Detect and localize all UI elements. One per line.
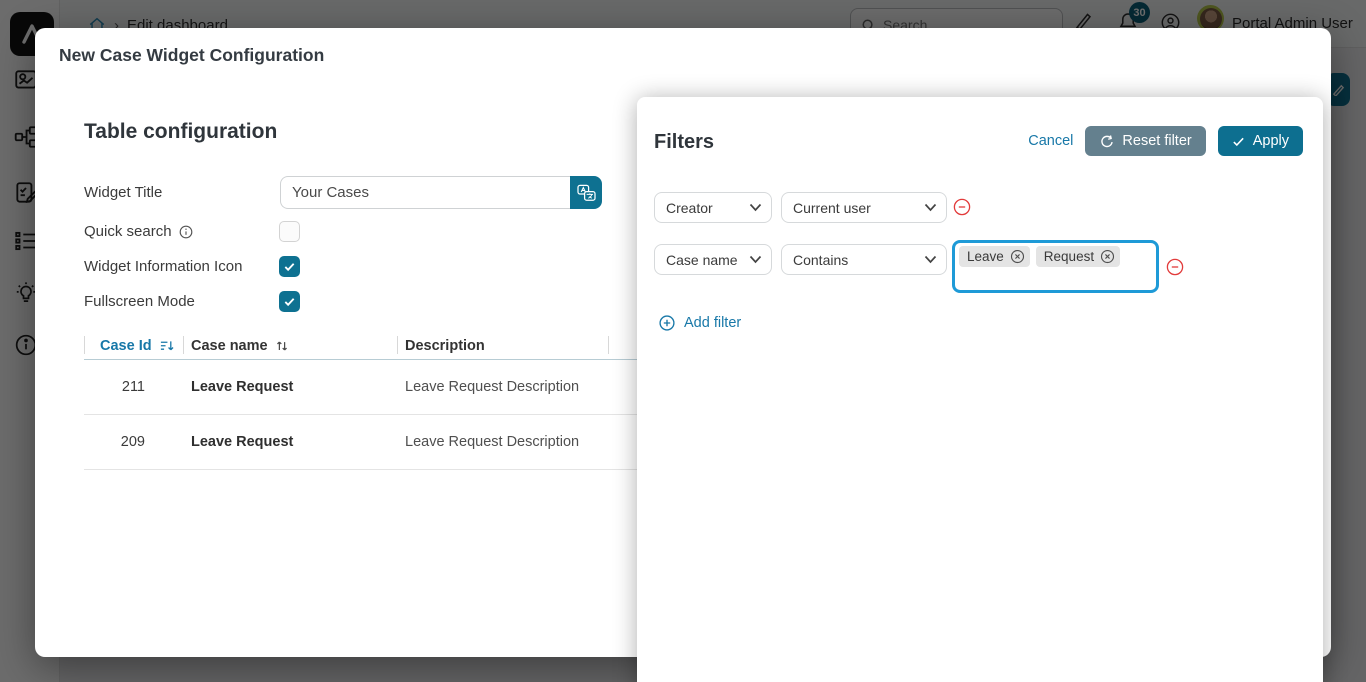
info-icon[interactable]: [179, 225, 193, 239]
cell-case-id: 211: [84, 379, 183, 395]
cell-description: Leave Request Description: [397, 434, 608, 450]
column-header-description[interactable]: Description: [397, 332, 608, 359]
fullscreen-label: Fullscreen Mode: [84, 291, 195, 312]
tag-label: Request: [1044, 249, 1094, 264]
tag-remove-button[interactable]: [1010, 249, 1025, 264]
circled-x-icon: [1100, 249, 1115, 264]
filters-actions: Cancel Reset filter Apply: [1028, 126, 1303, 156]
filter-operator-select[interactable]: Contains: [781, 244, 947, 275]
minus-circle-icon: [953, 198, 971, 216]
screen: › Edit dashboard 30 Portal Admin User Ne…: [0, 0, 1366, 682]
column-header-case-name[interactable]: Case name: [183, 332, 397, 359]
cancel-button[interactable]: Cancel: [1028, 133, 1073, 149]
translate-button[interactable]: [570, 176, 602, 209]
modal-title: New Case Widget Configuration: [59, 45, 324, 66]
chevron-down-icon: [749, 203, 762, 212]
chevron-down-icon: [924, 203, 937, 212]
remove-filter-button[interactable]: [953, 198, 971, 216]
add-filter-button[interactable]: Add filter: [659, 315, 741, 331]
cell-case-name: Leave Request: [183, 434, 397, 450]
filter-value-input[interactable]: Leave Request: [952, 240, 1159, 293]
filter-field-select[interactable]: Creator: [654, 192, 772, 223]
tag-remove-button[interactable]: [1100, 249, 1115, 264]
widget-info-checkbox[interactable]: [279, 256, 300, 277]
widget-title-group: [280, 176, 602, 209]
remove-filter-button[interactable]: [1166, 258, 1184, 276]
section-title: Table configuration: [84, 120, 277, 144]
quick-search-label: Quick search: [84, 221, 193, 242]
check-icon: [1232, 135, 1245, 148]
cell-description: Leave Request Description: [397, 379, 608, 395]
chevron-down-icon: [749, 255, 762, 264]
translate-icon: [577, 184, 596, 202]
sort-both-icon: [275, 339, 289, 353]
widget-title-input[interactable]: [280, 176, 570, 209]
widget-title-label: Widget Title: [84, 176, 162, 209]
circled-x-icon: [1010, 249, 1025, 264]
apply-button[interactable]: Apply: [1218, 126, 1303, 156]
filters-title: Filters: [654, 131, 714, 154]
filter-operator-select[interactable]: Current user: [781, 192, 947, 223]
minus-circle-icon: [1166, 258, 1184, 276]
filters-panel: Filters Cancel Reset filter Apply Creato…: [637, 97, 1323, 682]
filter-tag: Request: [1036, 246, 1120, 267]
chevron-down-icon: [924, 255, 937, 264]
check-icon: [283, 260, 296, 273]
reset-filter-button[interactable]: Reset filter: [1085, 126, 1205, 156]
tag-label: Leave: [967, 249, 1004, 264]
sort-descending-icon: [159, 339, 174, 353]
cell-case-id: 209: [84, 434, 183, 450]
filter-tag: Leave: [959, 246, 1030, 267]
column-header-case-id[interactable]: Case Id: [84, 332, 183, 359]
refresh-icon: [1099, 134, 1114, 149]
cell-case-name: Leave Request: [183, 379, 397, 395]
check-icon: [283, 295, 296, 308]
filter-field-select[interactable]: Case name: [654, 244, 772, 275]
quick-search-checkbox[interactable]: [279, 221, 300, 242]
plus-circle-icon: [659, 315, 675, 331]
widget-info-label: Widget Information Icon: [84, 256, 242, 277]
fullscreen-checkbox[interactable]: [279, 291, 300, 312]
